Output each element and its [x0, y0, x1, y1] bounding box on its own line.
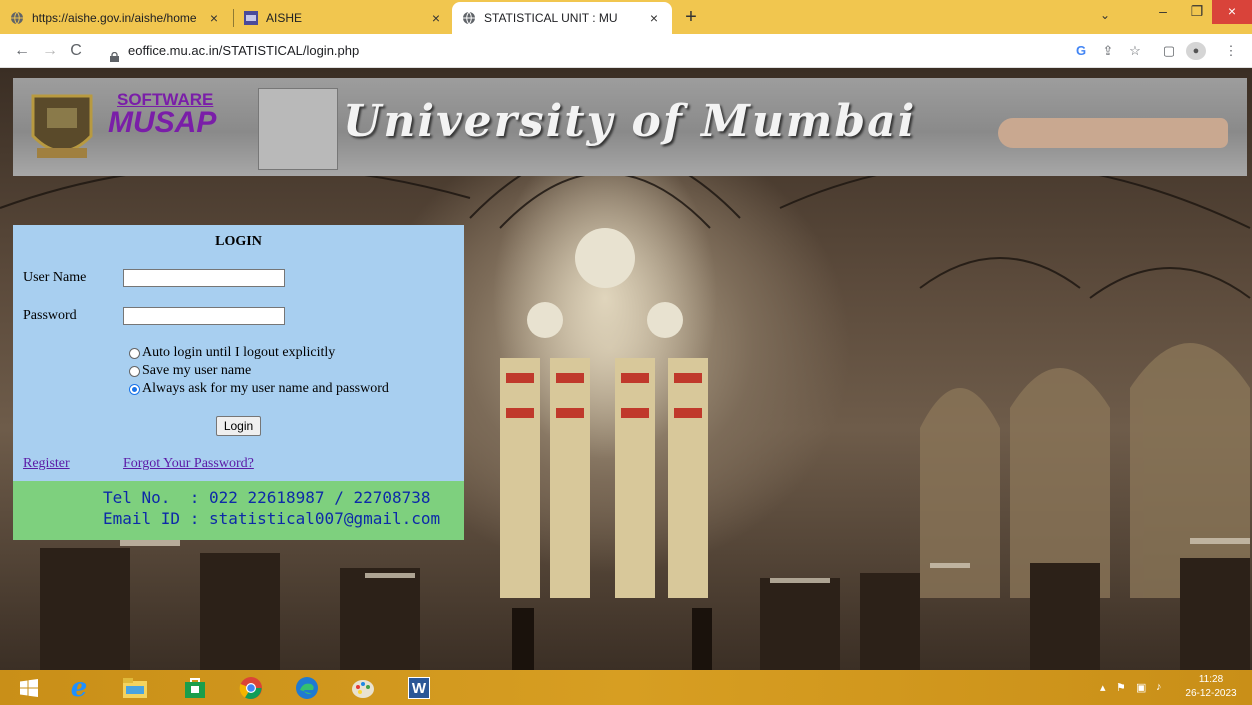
username-label: User Name	[23, 270, 87, 285]
tab-search-icon[interactable]: ⌄	[1100, 8, 1110, 22]
profile-avatar[interactable]: ●	[1186, 42, 1206, 60]
back-button[interactable]: ←	[12, 41, 32, 61]
page-content: SOFTWARE MUSAP University of Mumbai LOGI…	[0, 68, 1252, 670]
file-explorer-icon[interactable]	[120, 673, 150, 702]
tab-close-icon[interactable]: ×	[206, 10, 222, 26]
login-panel: LOGIN User Name Password Auto login unti…	[13, 225, 464, 481]
new-tab-button[interactable]: +	[680, 7, 702, 29]
tab-aishe[interactable]: AISHE ×	[234, 2, 454, 34]
hand-illustration	[998, 118, 1228, 148]
login-button[interactable]: Login	[216, 416, 261, 436]
chrome-icon[interactable]	[236, 673, 266, 702]
option-label: Always ask for my user name and password	[142, 381, 389, 396]
system-clock[interactable]: 11:28 26-12-2023	[1180, 673, 1242, 701]
paint-icon[interactable]	[348, 673, 378, 702]
reload-button[interactable]: C	[66, 41, 86, 61]
tab-close-icon[interactable]: ×	[428, 10, 444, 26]
volume-icon[interactable]: ♪	[1156, 681, 1162, 693]
clock-date: 26-12-2023	[1185, 688, 1237, 699]
browser-toolbar: ← → C eoffice.mu.ac.in/STATISTICAL/login…	[0, 34, 1252, 68]
edge-icon[interactable]	[292, 673, 322, 702]
radio-always-ask[interactable]	[129, 383, 140, 395]
password-input[interactable]	[123, 307, 285, 325]
university-crest-logo	[31, 94, 93, 158]
globe-icon	[10, 11, 24, 25]
tab-title: https://aishe.gov.in/aishe/home	[32, 11, 197, 25]
side-panel-icon[interactable]: ▢	[1160, 42, 1178, 60]
tab-title: STATISTICAL UNIT : MU	[484, 11, 618, 25]
bookmark-star-icon[interactable]: ☆	[1126, 42, 1144, 60]
tab-statistical-unit[interactable]: STATISTICAL UNIT : MU ×	[452, 2, 672, 34]
action-center-flag-icon[interactable]: ⚑	[1116, 681, 1126, 694]
option-label: Auto login until I logout explicitly	[142, 345, 336, 360]
google-lens-icon[interactable]: G	[1072, 42, 1090, 60]
forward-button[interactable]: →	[40, 41, 60, 61]
contact-info-panel: Tel No. : 022 22618987 / 22708738 Email I…	[13, 481, 464, 540]
clock-time: 11:28	[1198, 674, 1224, 685]
musap-brand: MUSAP	[108, 106, 217, 139]
minimize-button[interactable]: –	[1146, 0, 1180, 24]
globe-icon	[462, 11, 476, 25]
store-icon[interactable]	[180, 673, 210, 702]
option-label: Save my user name	[142, 363, 252, 378]
network-icon[interactable]: ▣	[1136, 681, 1146, 694]
restore-button[interactable]: ❐	[1180, 0, 1214, 24]
aishe-favicon	[244, 11, 258, 25]
forgot-password-link[interactable]: Forgot Your Password?	[123, 456, 254, 472]
browser-tab-bar: https://aishe.gov.in/aishe/home × AISHE …	[0, 0, 1252, 34]
radio-auto-login[interactable]	[129, 347, 140, 359]
username-input[interactable]	[123, 269, 285, 287]
password-label: Password	[23, 308, 77, 323]
login-heading: LOGIN	[215, 234, 262, 249]
university-banner: SOFTWARE MUSAP University of Mumbai	[13, 78, 1247, 176]
menu-icon[interactable]: ⋮	[1222, 42, 1240, 60]
option-save-username[interactable]: Save my user name	[129, 363, 251, 379]
tab-close-icon[interactable]: ×	[646, 10, 662, 26]
address-bar[interactable]: eoffice.mu.ac.in/STATISTICAL/login.php	[100, 39, 1060, 63]
banner-title: University of Mumbai	[343, 96, 917, 147]
contact-phone: Tel No. : 022 22618987 / 22708738	[103, 488, 431, 507]
share-icon[interactable]: ⇪	[1099, 42, 1117, 60]
window-close-button[interactable]: ×	[1212, 0, 1252, 24]
windows-start-icon[interactable]	[14, 673, 44, 702]
tab-title: AISHE	[266, 11, 303, 25]
lock-icon[interactable]	[110, 46, 119, 62]
tab-aishe-home[interactable]: https://aishe.gov.in/aishe/home ×	[0, 2, 232, 34]
calculator-illustration	[258, 88, 338, 170]
windows-taskbar: e W ▴ ⚑ ▣ ♪ 11:28 26-12-2023	[0, 670, 1252, 705]
option-auto-login[interactable]: Auto login until I logout explicitly	[129, 345, 335, 361]
url-text: eoffice.mu.ac.in/STATISTICAL/login.php	[128, 43, 360, 58]
internet-explorer-icon[interactable]: e	[64, 673, 94, 703]
show-hidden-icons-icon[interactable]: ▴	[1100, 681, 1106, 694]
word-icon[interactable]: W	[404, 673, 434, 702]
register-link[interactable]: Register	[23, 456, 70, 472]
radio-save-username[interactable]	[129, 365, 140, 377]
option-always-ask[interactable]: Always ask for my user name and password	[129, 381, 389, 397]
contact-email: Email ID : statistical007@gmail.com	[103, 509, 441, 528]
stained-glass-window	[500, 228, 708, 598]
